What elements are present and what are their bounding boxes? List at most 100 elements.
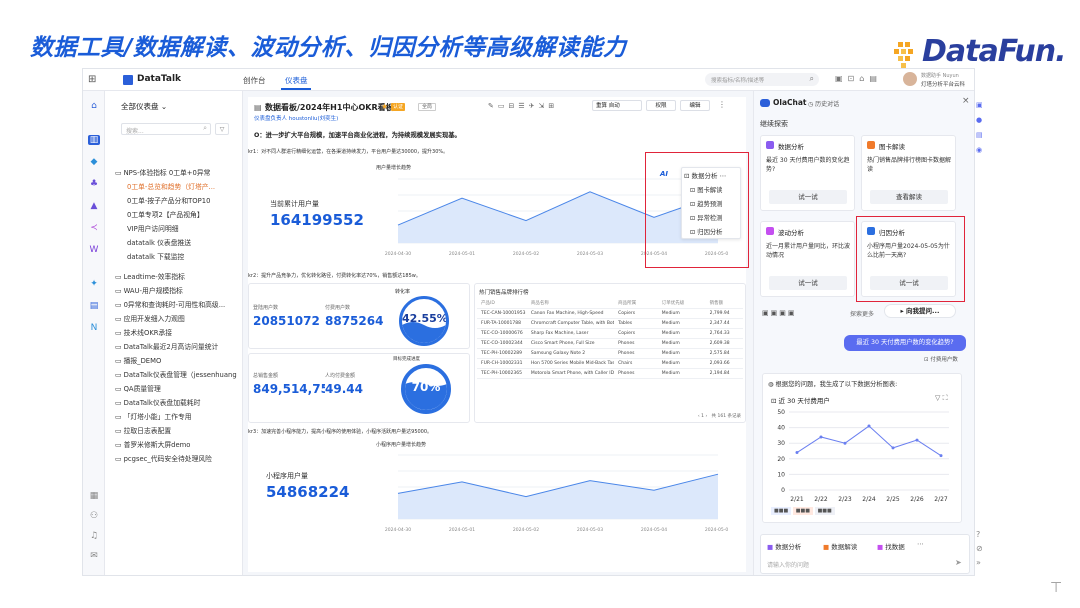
wave-icon[interactable]: W xyxy=(88,245,100,255)
table-row[interactable]: FUR-TA-10001788 Chromcraft Computer Table… xyxy=(477,318,743,329)
tree-item[interactable]: ▭ NPS-体验指标 0工单+0异常 xyxy=(115,167,237,177)
report-icon[interactable]: ▤ xyxy=(88,301,100,311)
quick-action-find-data[interactable]: ■ 找数据 xyxy=(877,541,905,551)
table-header-cell: 产品ID xyxy=(477,298,527,309)
star-icon[interactable]: ★ xyxy=(381,102,388,111)
tree-item[interactable]: ▭ pcgsec_代码安全待处理风险 xyxy=(115,453,237,463)
more-actions-icon[interactable]: ⋯ xyxy=(917,540,924,548)
card-shortcut-icons[interactable]: ▣▣▣▣ xyxy=(762,309,796,317)
quick-action-data-analysis[interactable]: ■ 数据分析 xyxy=(767,541,801,551)
people-settings-icon[interactable]: ⚇ xyxy=(88,511,100,521)
table-row[interactable]: TEC-PH-10002365 Motorola Smart Phone, wit… xyxy=(477,368,743,379)
quick-action-data-interpret[interactable]: ■ 数据解读 xyxy=(823,541,857,551)
tree-item[interactable]: ▭ 普罗米修斯大屏demo xyxy=(115,439,237,449)
table-row[interactable]: TEC-CAN-10001953 Canon Fax Machine, High-… xyxy=(477,308,743,319)
help-icons[interactable]: ? ⊘» xyxy=(976,528,986,570)
close-icon[interactable]: × xyxy=(962,96,970,106)
x-tick-label: 2024-04-30 xyxy=(385,251,411,257)
calendar-icon[interactable]: ▦ xyxy=(88,491,100,501)
explore-more-link[interactable]: 探索更多 xyxy=(850,309,874,318)
grid-menu-icon[interactable]: ⊞ xyxy=(88,74,99,85)
tree-item[interactable]: datatalk 仪表盘推送 xyxy=(127,237,249,247)
table-cell: Copiers xyxy=(614,308,658,319)
table-cell: Samsung Galaxy Note 2 xyxy=(526,348,615,359)
kr2-text: kr2：提升产品竞争力，优化转化路径，付费转化率达70%，销售额达185w。 xyxy=(248,273,421,279)
tree-item[interactable]: ▭ 0异常和查询耗时-可用性和高级... xyxy=(115,299,237,309)
x-tick-label: 2024-05-02 xyxy=(513,527,539,533)
people-icon[interactable]: ♣ xyxy=(88,179,100,189)
avatar[interactable] xyxy=(903,72,917,86)
more-icon[interactable]: ⋮ xyxy=(718,100,726,109)
dashboard-owner[interactable]: 仪表盘负责人 houstonliu(刘奕生) xyxy=(254,114,338,122)
conversion-title: 转化率 xyxy=(395,289,411,295)
tree-item[interactable]: ▭ 拉取日志表配置 xyxy=(115,425,237,435)
tree-item[interactable]: datatalk 下载监控 xyxy=(127,251,249,261)
dashboard-nav-icon[interactable]: ▥ xyxy=(88,135,100,145)
table-header-cell: 订单优先级 xyxy=(657,298,706,309)
reg-users-value: 20851072 xyxy=(253,314,320,328)
cube-icon[interactable]: ◆ xyxy=(88,157,100,167)
pin-icon[interactable]: ✦ xyxy=(88,279,100,289)
search-box[interactable]: 搜索指标/名称/描述等 ⌕ xyxy=(705,73,819,86)
answer-action-chips[interactable]: ■■■ ■■■ ■■■ xyxy=(771,507,835,515)
tree-item[interactable]: 0工单-按子产品分和TOP10 xyxy=(127,195,249,205)
try-button[interactable]: 试一试 xyxy=(769,276,847,290)
n-icon[interactable]: N xyxy=(88,323,100,333)
table-row[interactable]: TEC-PH-10002289 Samsung Galaxy Note 2 Phon… xyxy=(477,348,743,359)
table-cell: 2,347.44 xyxy=(705,318,743,329)
chat-input[interactable]: 请输入你的问题 xyxy=(767,560,809,569)
permission-button[interactable]: 权限 xyxy=(646,100,676,111)
tree-item[interactable]: ▭ WAU-用户规模指标 xyxy=(115,285,237,295)
tree-item[interactable]: ▭ DataTalk仪表盘加载耗时 xyxy=(115,397,237,407)
side-quick-icons[interactable]: ▣ ● ▤ ◉ xyxy=(976,98,986,158)
history-button[interactable]: ◷ 历史对话 xyxy=(808,99,839,108)
send-icon[interactable]: ➤ xyxy=(955,558,962,567)
card-data-analysis[interactable]: 数据分析 最近 30 天付费用户数的变化趋势? 试一试 xyxy=(760,135,855,211)
tree-item[interactable]: ▭ 应用开发细入力观图 xyxy=(115,313,237,323)
tree-item[interactable]: ▭ Leadtime-效率指标 xyxy=(115,271,237,281)
paid-users-line-chart: 0 10 20 30 40 50 2/21 2/22 2/23 2/24 2/25 2/26 2/27 xyxy=(777,409,949,503)
mail-icon[interactable]: ✉ xyxy=(88,551,100,561)
chart1-title: 用户量增长趋势 xyxy=(376,165,412,171)
tree-item[interactable]: 0工单专项2【产品视角】 xyxy=(127,209,249,219)
card-text: 最近 30 天付费用户数的变化趋势? xyxy=(766,157,850,173)
tree-item[interactable]: ▭ 播报_DEMO xyxy=(115,355,237,365)
tab-dashboard[interactable]: 仪表盘 xyxy=(285,75,308,86)
tree-item[interactable]: ▭ 「灯塔小能」工作专用 xyxy=(115,411,237,421)
header-tool-icons[interactable]: ▣⊡⌂▤ xyxy=(835,74,882,83)
kr3-text: kr3：加速完善小程序能力，提高小程序的使用体验，小程序活跃用户量达95000。 xyxy=(248,429,433,435)
share-icon[interactable]: ≺ xyxy=(88,223,100,233)
table-row[interactable]: TEC-CO-10002344 Cisco Smart Phone, Full S… xyxy=(477,338,743,349)
tree-item[interactable]: VIP用户访问明细 xyxy=(127,223,249,233)
y-tick-label: 20 xyxy=(777,456,785,463)
table-row[interactable]: TEC-CO-10000676 Sharp Fax Machine, Laser C… xyxy=(477,328,743,339)
tab-workspace[interactable]: 创作台 xyxy=(243,75,266,86)
table-cell: Chairs xyxy=(614,358,658,369)
bell-icon[interactable]: ♫ xyxy=(88,531,100,541)
chart-filter-icons[interactable]: ▽ ⛶ xyxy=(935,394,948,403)
tree-item[interactable]: ▭ DataTalk仪表盘管理（jessenhuang xyxy=(115,369,237,379)
edit-button[interactable]: 编辑 xyxy=(680,100,710,111)
toolbar-icons[interactable]: ✎▭⊟☰✈⇲⊞ xyxy=(488,102,558,110)
kr3-card: 小程序用户量 54868224 小程序用户量增长趋势 2024-04-30 202… xyxy=(248,437,746,547)
cumulative-label: 当前累计用户量 xyxy=(270,200,319,208)
chart-nav-icon[interactable]: ▲ xyxy=(88,201,100,211)
tree-search-input[interactable]: 搜索... ⌕ xyxy=(121,123,211,135)
tree-item[interactable]: 0工单-总览和趋势（灯塔产... xyxy=(127,181,249,191)
table-row[interactable]: FUR-CH-10002331 Hon 5700 Series Mobile Mi… xyxy=(477,358,743,369)
card-fluctuation-analysis[interactable]: 波动分析 近一月累计用户量同比，环比波动情况 试一试 xyxy=(760,221,855,297)
tree-item[interactable]: ▭ QA质量管理 xyxy=(115,383,237,393)
card-chart-interpret[interactable]: 图卡解读 热门销售品牌排行榜图卡数据解读 查看解读 xyxy=(861,135,956,211)
app-window: ⊞ DataTalk 创作台 仪表盘 搜索指标/名称/描述等 ⌕ ▣⊡⌂▤ 数据… xyxy=(82,68,975,576)
tree-item[interactable]: ▭ DataTalk最近2月高访问量统计 xyxy=(115,341,237,351)
pagination[interactable]: ‹ 1 › 共 161 条记录 xyxy=(698,413,741,419)
try-button[interactable]: 试一试 xyxy=(769,190,847,204)
home-icon[interactable]: ⌂ xyxy=(88,101,100,111)
answer-chart-title: ⊡ 近 30 天付费用户 xyxy=(771,397,830,405)
view-interpret-button[interactable]: 查看解读 xyxy=(870,190,948,204)
recalc-select[interactable]: 重算 自动 xyxy=(592,100,642,111)
filter-icon[interactable]: ▽ xyxy=(215,123,229,135)
tree-item[interactable]: ▭ 技术线OKR承接 xyxy=(115,327,237,337)
tree-title[interactable]: 全部仪表盘 ⌄ xyxy=(121,101,167,112)
ask-me-button[interactable]: ▸ 向我提问... xyxy=(884,304,956,318)
